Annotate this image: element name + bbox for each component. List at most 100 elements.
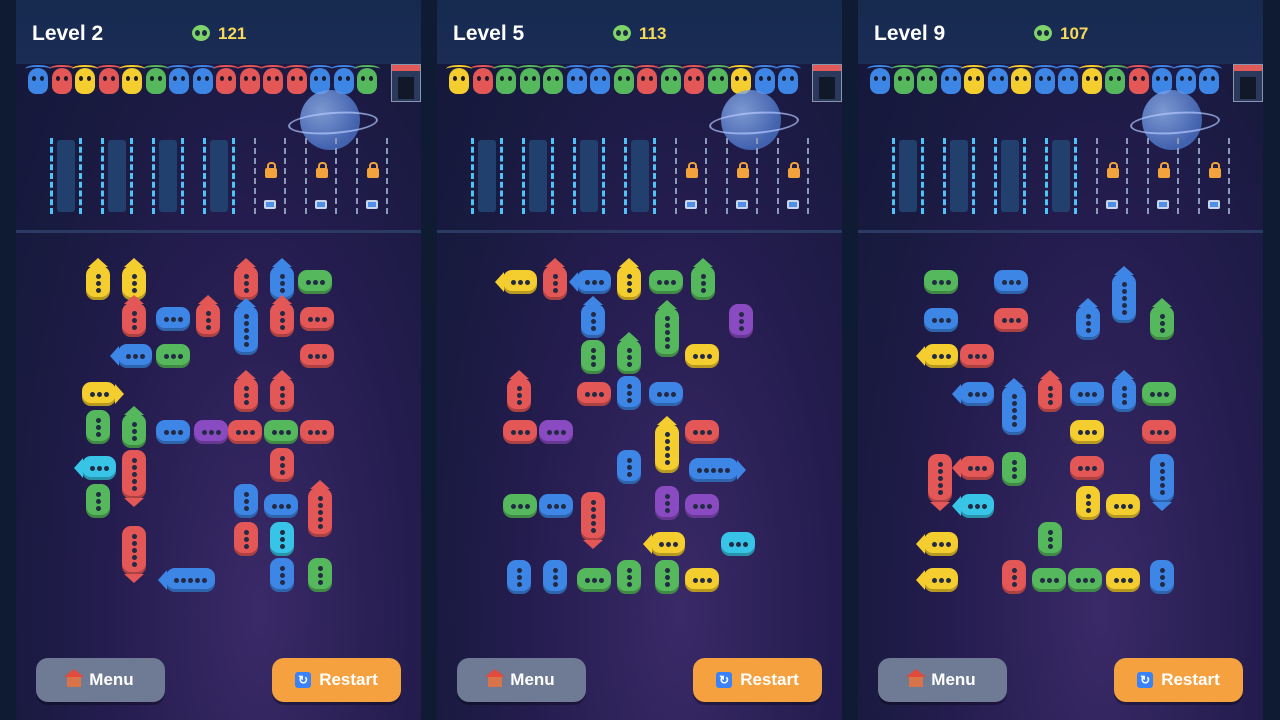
ship-blue[interactable] [569, 270, 611, 294]
parking-slot-locked[interactable] [1198, 138, 1230, 214]
ship-blue[interactable] [617, 376, 641, 410]
ship-blue[interactable] [617, 450, 641, 484]
ship-cyan[interactable] [270, 522, 294, 556]
ship-blue[interactable] [270, 558, 294, 592]
ship-red[interactable] [270, 370, 294, 412]
ship-red[interactable] [270, 448, 294, 482]
ship-red[interactable] [994, 308, 1028, 332]
ship-yellow[interactable] [643, 532, 685, 556]
ship-red[interactable] [577, 382, 611, 406]
ship-blue[interactable] [1076, 298, 1100, 340]
ship-red[interactable] [122, 450, 146, 507]
ship-red[interactable] [543, 258, 567, 300]
ship-green[interactable] [156, 344, 190, 368]
parking-slot-locked[interactable] [777, 138, 809, 214]
ship-red[interactable] [300, 420, 334, 444]
ship-red[interactable] [300, 344, 334, 368]
ship-blue[interactable] [156, 307, 190, 331]
restart-button[interactable]: ↻ Restart [272, 658, 401, 702]
video-ad-icon[interactable] [787, 200, 799, 209]
parking-slot-locked[interactable] [305, 138, 337, 214]
ship-red[interactable] [300, 307, 334, 331]
ship-yellow[interactable] [1106, 494, 1140, 518]
ship-yellow[interactable] [617, 258, 641, 300]
ship-blue[interactable] [1112, 370, 1136, 412]
ship-green[interactable] [649, 270, 683, 294]
ship-red[interactable] [122, 526, 146, 583]
ship-red[interactable] [122, 295, 146, 337]
video-ad-icon[interactable] [685, 200, 697, 209]
parking-slot-locked[interactable] [254, 138, 286, 214]
ship-green[interactable] [1002, 452, 1026, 486]
ship-blue[interactable] [689, 458, 746, 482]
ship-blue[interactable] [264, 494, 298, 518]
ship-green[interactable] [86, 410, 110, 444]
ship-blue[interactable] [924, 308, 958, 332]
ship-green[interactable] [1032, 568, 1066, 592]
ship-red[interactable] [581, 492, 605, 549]
ship-green[interactable] [264, 420, 298, 444]
ship-blue[interactable] [1112, 266, 1136, 323]
ship-green[interactable] [1150, 298, 1174, 340]
ship-yellow[interactable] [1070, 420, 1104, 444]
ship-red[interactable] [928, 454, 952, 511]
ship-blue[interactable] [1070, 382, 1104, 406]
ship-red[interactable] [960, 344, 994, 368]
ship-green[interactable] [581, 340, 605, 374]
ship-green[interactable] [924, 270, 958, 294]
ship-blue[interactable] [543, 560, 567, 594]
ship-blue[interactable] [539, 494, 573, 518]
ship-red[interactable] [1142, 420, 1176, 444]
parking-slot-locked[interactable] [1147, 138, 1179, 214]
restart-button[interactable]: ↻ Restart [693, 658, 822, 702]
ship-cyan[interactable] [721, 532, 755, 556]
ship-red[interactable] [308, 480, 332, 537]
ship-green[interactable] [617, 332, 641, 374]
ship-cyan[interactable] [952, 494, 994, 518]
ship-green[interactable] [1038, 522, 1062, 556]
ship-red[interactable] [270, 295, 294, 337]
ship-red[interactable] [952, 456, 994, 480]
ship-red[interactable] [196, 295, 220, 337]
menu-button[interactable]: Menu [36, 658, 165, 702]
ship-red[interactable] [503, 420, 537, 444]
ship-purple[interactable] [194, 420, 228, 444]
ship-blue[interactable] [507, 560, 531, 594]
ship-yellow[interactable] [655, 416, 679, 473]
ship-blue[interactable] [234, 298, 258, 355]
ship-red[interactable] [507, 370, 531, 412]
ship-blue[interactable] [952, 382, 994, 406]
video-ad-icon[interactable] [1208, 200, 1220, 209]
ship-yellow[interactable] [685, 568, 719, 592]
ship-blue[interactable] [581, 296, 605, 338]
ship-yellow[interactable] [86, 258, 110, 300]
ship-red[interactable] [234, 370, 258, 412]
ship-green[interactable] [1142, 382, 1176, 406]
ship-red[interactable] [1002, 560, 1026, 594]
ship-yellow[interactable] [1076, 486, 1100, 520]
ship-green[interactable] [655, 560, 679, 594]
ship-blue[interactable] [156, 420, 190, 444]
ship-green[interactable] [298, 270, 332, 294]
ship-purple[interactable] [729, 304, 753, 338]
ship-red[interactable] [228, 420, 262, 444]
restart-button[interactable]: ↻ Restart [1114, 658, 1243, 702]
ship-blue[interactable] [1002, 378, 1026, 435]
parking-slot-locked[interactable] [1096, 138, 1128, 214]
ship-blue[interactable] [158, 568, 215, 592]
ship-green[interactable] [655, 300, 679, 357]
ship-red[interactable] [234, 522, 258, 556]
parking-slot-locked[interactable] [675, 138, 707, 214]
ship-green[interactable] [122, 406, 146, 448]
ship-blue[interactable] [994, 270, 1028, 294]
ship-purple[interactable] [539, 420, 573, 444]
ship-blue[interactable] [1150, 560, 1174, 594]
menu-button[interactable]: Menu [878, 658, 1007, 702]
ship-red[interactable] [1038, 370, 1062, 412]
ship-blue[interactable] [110, 344, 152, 368]
ship-yellow[interactable] [495, 270, 537, 294]
ship-yellow[interactable] [1106, 568, 1140, 592]
ship-blue[interactable] [1150, 454, 1174, 511]
video-ad-icon[interactable] [1106, 200, 1118, 209]
ship-yellow[interactable] [82, 382, 124, 406]
